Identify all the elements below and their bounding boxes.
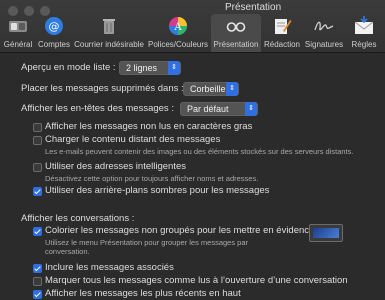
load-remote-content-help: Les e-mails peuvent contenir des images … [45, 147, 354, 156]
highlight-color-well[interactable] [309, 224, 343, 242]
dark-backgrounds-label: Utiliser des arrière-plans sombres pour … [45, 185, 270, 196]
headers-value: Par défaut [187, 104, 229, 114]
deleted-messages-label: Placer les messages supprimés dans : [21, 83, 184, 94]
highlight-color-swatch [313, 228, 339, 238]
trash-icon [103, 19, 115, 34]
mark-read-label: Marquer tous les messages comme lus à l’… [45, 275, 348, 286]
svg-text:A: A [173, 22, 182, 33]
tab-accounts[interactable]: @ Comptes [36, 14, 72, 52]
svg-text:@: @ [49, 20, 60, 33]
include-related-checkbox[interactable] [33, 264, 42, 273]
signature-icon [314, 21, 334, 31]
bold-unread-checkbox[interactable] [33, 123, 42, 132]
tab-label: Règles [351, 40, 377, 49]
tab-label: Courrier indésirable [74, 40, 144, 49]
rules-envelope-icon [354, 16, 374, 34]
newest-on-top-checkbox[interactable] [33, 290, 42, 299]
load-remote-content-checkbox[interactable] [33, 136, 42, 145]
deleted-messages-value: Corbeille [190, 84, 226, 94]
list-preview-label: Aperçu en mode liste : [21, 62, 116, 73]
smart-addresses-help: Désactivez cette option pour toujours af… [45, 174, 259, 183]
smart-addresses-label: Utiliser des adresses intelligentes [45, 161, 186, 172]
dark-backgrounds-checkbox[interactable] [33, 187, 42, 196]
smart-addresses-checkbox[interactable] [33, 163, 42, 172]
tab-label: Général [3, 40, 33, 49]
color-ungrouped-help-2: conversation. [45, 247, 90, 256]
color-ungrouped-help-1: Utilisez le menu Présentation pour group… [45, 238, 249, 247]
tab-junk-mail[interactable]: Courrier indésirable [72, 14, 146, 52]
bold-unread-label: Afficher les messages non lus en caractè… [45, 121, 253, 132]
glasses-icon [226, 22, 246, 32]
tab-label: Présentation [213, 40, 259, 49]
tab-label: Signatures [304, 40, 344, 49]
tab-label: Polices/Couleurs [147, 40, 209, 49]
compose-icon [275, 19, 292, 34]
color-wheel-icon: A [169, 17, 187, 35]
tab-viewing[interactable]: Présentation [211, 14, 261, 52]
chevron-updown-icon: ⇕ [245, 102, 257, 116]
tab-general[interactable]: Général [2, 14, 34, 52]
newest-on-top-label: Afficher les messages les plus récents e… [45, 288, 241, 299]
list-preview-popup[interactable]: 2 lignes ⇕ [119, 61, 181, 75]
chevron-updown-icon: ⇕ [168, 61, 180, 75]
deleted-messages-popup[interactable]: Corbeille ⇕ [183, 82, 239, 96]
chevron-updown-icon: ⇕ [226, 82, 238, 96]
tab-label: Rédaction [263, 40, 301, 49]
window-title: Présentation [225, 2, 282, 13]
tab-rules[interactable]: Règles [346, 14, 382, 52]
include-related-label: Inclure les messages associés [45, 262, 174, 273]
tab-composing[interactable]: Rédaction [262, 14, 302, 52]
headers-label: Afficher les en-têtes des messages : [21, 103, 174, 114]
tab-fonts-colors[interactable]: A Polices/Couleurs [147, 14, 209, 52]
general-switch-icon [9, 21, 27, 32]
tab-label: Comptes [37, 40, 70, 49]
conversations-label: Afficher les conversations : [21, 213, 135, 224]
at-sign-icon: @ [45, 17, 63, 35]
load-remote-content-label: Charger le contenu distant des messages [45, 134, 221, 145]
viewing-preferences-pane: Aperçu en mode liste : 2 lignes ⇕ Placer… [0, 53, 385, 300]
title-bar: Présentation Général @ Comptes Courrier … [0, 0, 385, 53]
color-ungrouped-checkbox[interactable] [33, 227, 42, 236]
color-ungrouped-label: Colorier les messages non groupés pour l… [45, 225, 315, 236]
headers-popup[interactable]: Par défaut ⇕ [180, 102, 258, 116]
mark-read-checkbox[interactable] [33, 277, 42, 286]
list-preview-value: 2 lignes [126, 63, 158, 73]
tab-signatures[interactable]: Signatures [303, 14, 345, 52]
